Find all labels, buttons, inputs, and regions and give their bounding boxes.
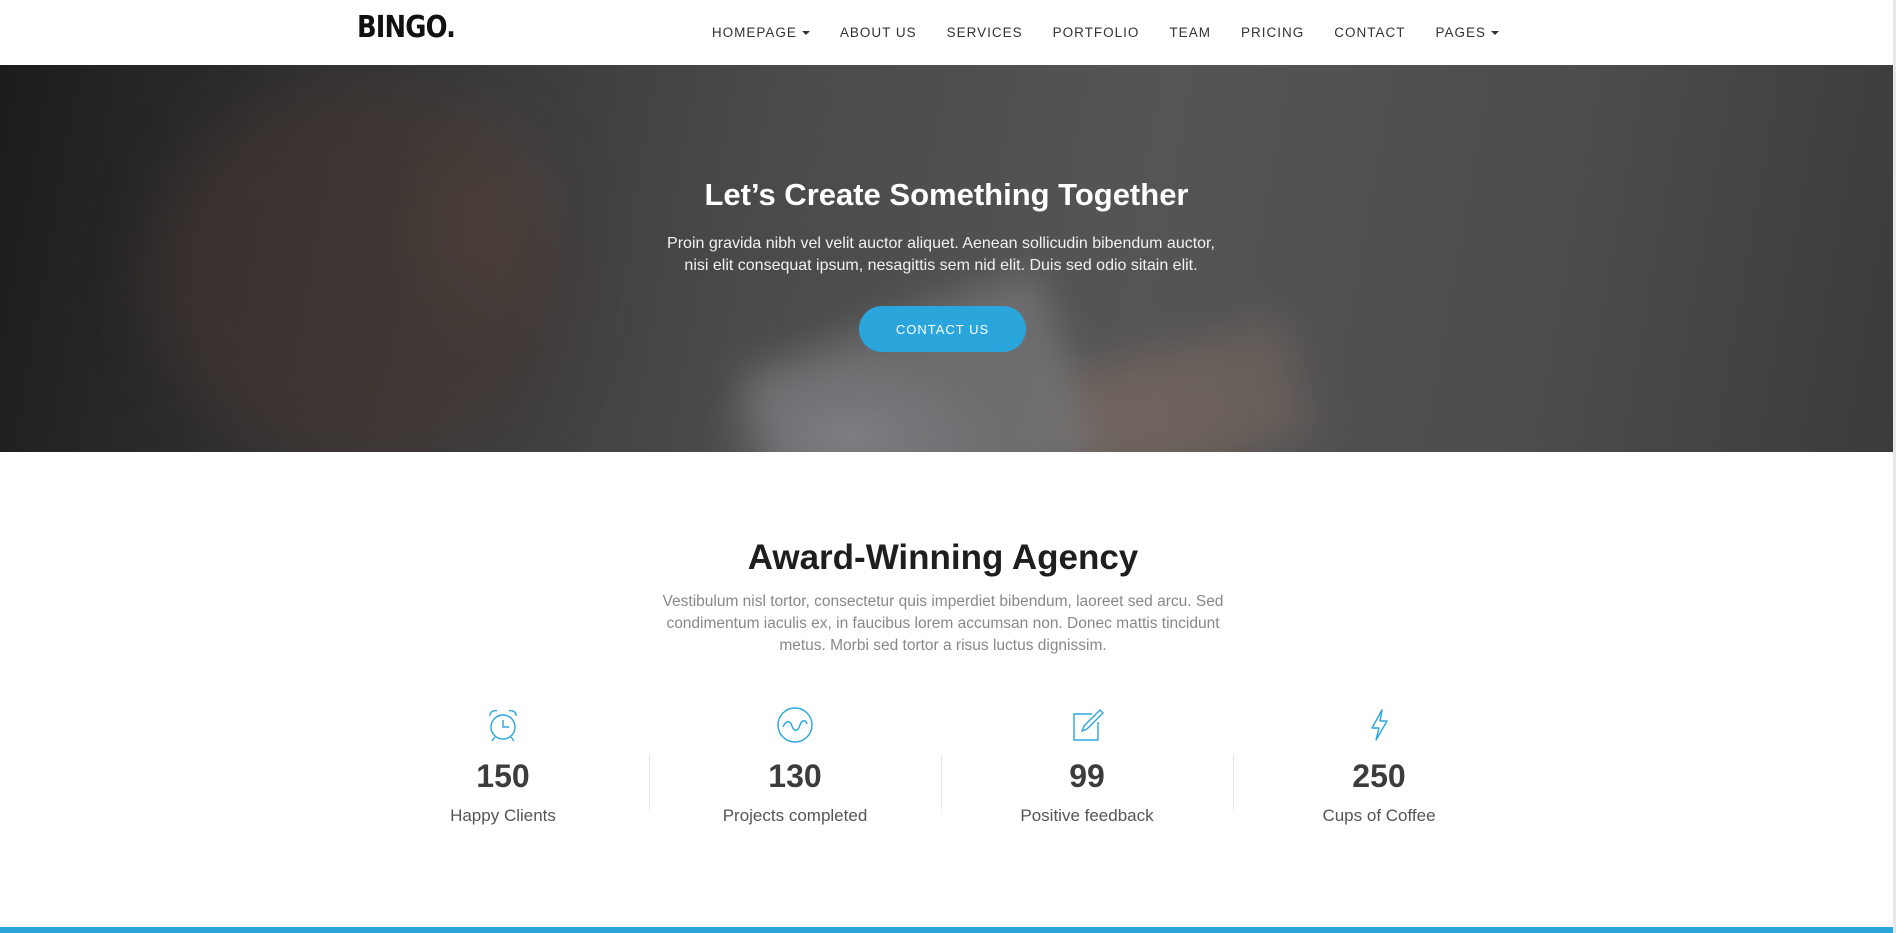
wave-circle-icon: [777, 707, 813, 743]
nav-item-label: TEAM: [1169, 25, 1211, 40]
hero-background-shape: [150, 85, 570, 452]
main-nav: HOMEPAGE ABOUT US SERVICES PORTFOLIO TEA…: [682, 0, 1499, 65]
nav-item-label: SERVICES: [946, 25, 1023, 40]
nav-item-label: HOMEPAGE: [711, 25, 797, 40]
section-title: Award-Winning Agency: [747, 538, 1139, 577]
navbar: BINGO. HOMEPAGE ABOUT US SERVICES PORTFO…: [0, 0, 1896, 65]
contact-us-button[interactable]: CONTACT US: [859, 306, 1026, 352]
hero-background-shape: [735, 266, 1105, 452]
nav-item-label: PAGES: [1435, 25, 1486, 40]
nav-item-team[interactable]: TEAM: [1169, 25, 1211, 40]
stat-number: 99: [1069, 758, 1105, 794]
stat-positive-feedback: 99 Positive feedback: [941, 700, 1233, 840]
next-section-edge: [0, 927, 1896, 933]
hero-background-shape: [1068, 318, 1312, 452]
nav-item-label: PRICING: [1240, 25, 1305, 40]
nav-item-about-us[interactable]: ABOUT US: [840, 25, 917, 40]
nav-item-label: CONTACT: [1334, 25, 1406, 40]
nav-item-contact[interactable]: CONTACT: [1334, 25, 1405, 40]
nav-item-pricing[interactable]: PRICING: [1241, 25, 1304, 40]
hero-text: Proin gravida nibh vel velit auctor aliq…: [667, 235, 1215, 274]
stat-number: 130: [768, 758, 822, 794]
brand-logo[interactable]: BINGO.: [357, 10, 456, 45]
nav-item-services[interactable]: SERVICES: [947, 25, 1023, 40]
stat-number: 250: [1352, 758, 1406, 794]
nav-item-pages[interactable]: PAGES: [1435, 25, 1499, 40]
alarm-clock-icon: [489, 709, 517, 742]
lightning-icon: [1371, 709, 1388, 741]
stat-projects-completed: 130 Projects completed: [649, 700, 941, 840]
caret-down-icon: [801, 30, 810, 35]
nav-item-label: ABOUT US: [839, 25, 917, 40]
edit-note-icon: [1073, 709, 1104, 741]
stat-happy-clients: 150 Happy Clients: [357, 700, 649, 840]
stat-label: Positive feedback: [1020, 806, 1154, 825]
nav-item-homepage[interactable]: HOMEPAGE: [712, 25, 810, 40]
nav-item-label: PORTFOLIO: [1052, 25, 1140, 40]
stat-cups-of-coffee: 250 Cups of Coffee: [1233, 700, 1525, 840]
caret-down-icon: [1491, 30, 1499, 35]
hero-title: Let’s Create Something Together: [704, 177, 1189, 212]
hero-section: Let’s Create Something Together Proin gr…: [0, 65, 1893, 452]
stat-label: Happy Clients: [450, 806, 556, 825]
stat-number: 150: [476, 758, 530, 794]
stats-row: 150 Happy Clients 130 Projects completed…: [357, 700, 1525, 840]
stat-label: Projects completed: [722, 806, 868, 825]
stat-label: Cups of Coffee: [1322, 806, 1436, 825]
nav-item-portfolio[interactable]: PORTFOLIO: [1053, 25, 1140, 40]
section-text: Vestibulum nisl tortor, consectetur quis…: [662, 593, 1224, 654]
